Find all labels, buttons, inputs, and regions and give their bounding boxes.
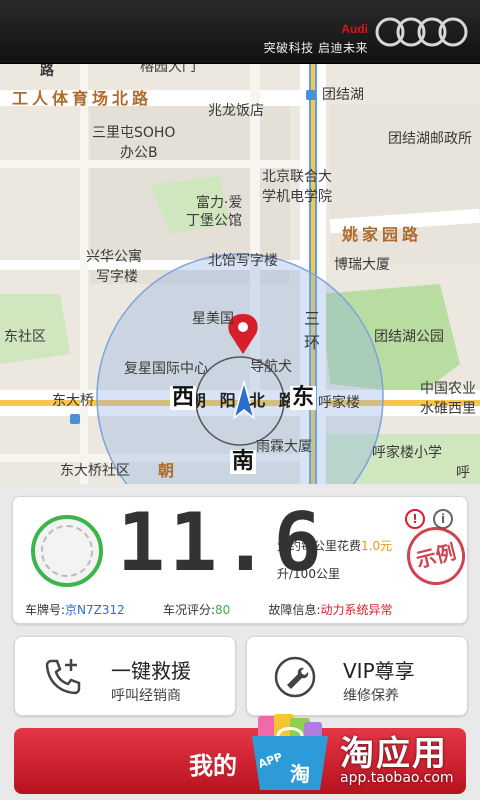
map-label-yulin: 雨霖大厦 bbox=[256, 439, 312, 455]
map-label-ring1: 三 bbox=[304, 309, 321, 328]
fault-label: 故障信息: bbox=[268, 603, 321, 617]
map-label-daohangquan: 导航犬 bbox=[250, 359, 292, 375]
fuel-dashboard-card: 11.6 大约每公里花费1.0元 升/100公里 车牌号:京N7Z312 车况评… bbox=[12, 496, 472, 624]
my-button-label: 我的 bbox=[189, 752, 237, 780]
rescue-button[interactable]: 一键救援 呼叫经销商 bbox=[14, 636, 236, 716]
map-label-fuli: 富力·爱 bbox=[196, 195, 243, 211]
rescue-subtitle: 呼叫经销商 bbox=[111, 688, 181, 704]
vehicle-info-row: 车牌号:京N7Z312 车况评分:80 故障信息:动力系统异常 bbox=[25, 601, 393, 618]
compass-east-label: 东 bbox=[290, 385, 317, 411]
map-view[interactable]: 路 榕园大门 团结湖 工人体育场北路 兆龙饭店 三里屯SOHO 办公B 团结湖邮… bbox=[0, 64, 480, 484]
wrench-icon bbox=[274, 656, 316, 698]
cost-per-km: 大约每公里花费1.0元 bbox=[277, 537, 392, 554]
map-label-bjlu2: 学机电学院 bbox=[262, 189, 332, 205]
map-label-fuli2: 丁堡公馆 bbox=[186, 213, 242, 229]
rescue-title: 一键救援 bbox=[111, 659, 191, 683]
map-label-tuanjiehu: 团结湖 bbox=[322, 87, 364, 103]
map-label-dongshequ: 东社区 bbox=[4, 329, 46, 345]
map-label-soho: 三里屯SOHO bbox=[92, 125, 176, 141]
app-root: Audi 突破科技 启迪未来 路 榕园大门 团结湖 工人体育场北路 兆龙饭店 三… bbox=[0, 0, 480, 800]
brand-name: Audi bbox=[341, 22, 368, 36]
subway-station-icon[interactable] bbox=[306, 90, 316, 100]
map-label-beiyi: 北饴写字楼 bbox=[208, 253, 278, 269]
map-label-hujialou: 呼家楼 bbox=[318, 395, 360, 411]
map-label-office-b: 办公B bbox=[120, 145, 158, 161]
map-label-xingmei: 星美国 bbox=[192, 311, 234, 327]
map-label-yaojiayuan: 姚家园路 bbox=[342, 225, 423, 244]
map-label-cut: 榕园大门 bbox=[140, 64, 196, 75]
phone-plus-icon bbox=[45, 659, 81, 695]
car-status-gauge[interactable] bbox=[31, 515, 103, 587]
compass-west-label: 西 bbox=[170, 385, 197, 411]
vip-title: VIP尊享 bbox=[343, 659, 415, 683]
map-label-chao: 朝 bbox=[158, 461, 179, 480]
map-label-hu: 呼 bbox=[456, 465, 470, 481]
map-label-ring2: 环 bbox=[304, 333, 321, 352]
fuel-unit-label: 升/100公里 bbox=[277, 567, 340, 581]
bag-char: 淘 bbox=[290, 762, 310, 786]
audi-rings-logo bbox=[375, 17, 468, 47]
score-value: 80 bbox=[215, 603, 231, 617]
taobao-app-watermark: APP 淘 淘应用 app.taobao.com bbox=[240, 704, 480, 800]
app-header: Audi 突破科技 启迪未来 bbox=[0, 0, 480, 64]
map-label-hujialou-school: 呼家楼小学 bbox=[372, 445, 442, 461]
bolt-icon[interactable]: ! bbox=[405, 509, 425, 529]
cost-value: 1.0元 bbox=[361, 539, 393, 553]
compass-south-label: 南 bbox=[230, 449, 257, 475]
subway-station-icon[interactable] bbox=[70, 414, 80, 424]
map-label-borui: 博瑞大厦 bbox=[334, 257, 390, 273]
map-label-xinghua2: 写字楼 bbox=[96, 269, 138, 285]
map-label-agri: 中国农业 bbox=[420, 381, 476, 397]
map-label-agri2: 水碓西里 bbox=[420, 401, 476, 417]
map-label-park: 团结湖公园 bbox=[374, 329, 444, 345]
vip-subtitle: 维修保养 bbox=[343, 688, 399, 704]
watermark-title: 淘应用 bbox=[340, 734, 448, 774]
sample-stamp: 示例 bbox=[400, 520, 472, 592]
fault-value: 动力系统异常 bbox=[320, 603, 393, 617]
score-label: 车况评分: bbox=[162, 603, 215, 617]
brand-slogan: 突破科技 启迪未来 bbox=[263, 41, 368, 55]
map-label-xinghua: 兴华公寓 bbox=[86, 249, 142, 265]
brand-block: Audi 突破科技 启迪未来 bbox=[264, 22, 368, 56]
map-label-bjlu: 北京联合大 bbox=[262, 169, 332, 185]
map-label-dongdaqiao-community: 东大桥社区 bbox=[60, 463, 130, 479]
map-label-post: 团结湖邮政所 bbox=[388, 131, 472, 147]
plate-label: 车牌号: bbox=[25, 603, 66, 617]
car-icon bbox=[41, 525, 93, 577]
map-label-road: 路 bbox=[40, 64, 54, 79]
map-label-dongdaqiao: 东大桥 bbox=[52, 393, 94, 409]
map-label-chaoyang-road: 朝 阳 北 路 bbox=[190, 391, 299, 410]
watermark-url: app.taobao.com bbox=[340, 770, 454, 786]
map-label-gongti-road: 工人体育场北路 bbox=[12, 89, 153, 108]
cost-label: 大约每公里花费 bbox=[277, 539, 362, 553]
map-label-fuxing: 复星国际中心 bbox=[124, 361, 208, 377]
plate-value: 京N7Z312 bbox=[65, 603, 125, 617]
map-label-zhaolong: 兆龙饭店 bbox=[208, 103, 264, 119]
